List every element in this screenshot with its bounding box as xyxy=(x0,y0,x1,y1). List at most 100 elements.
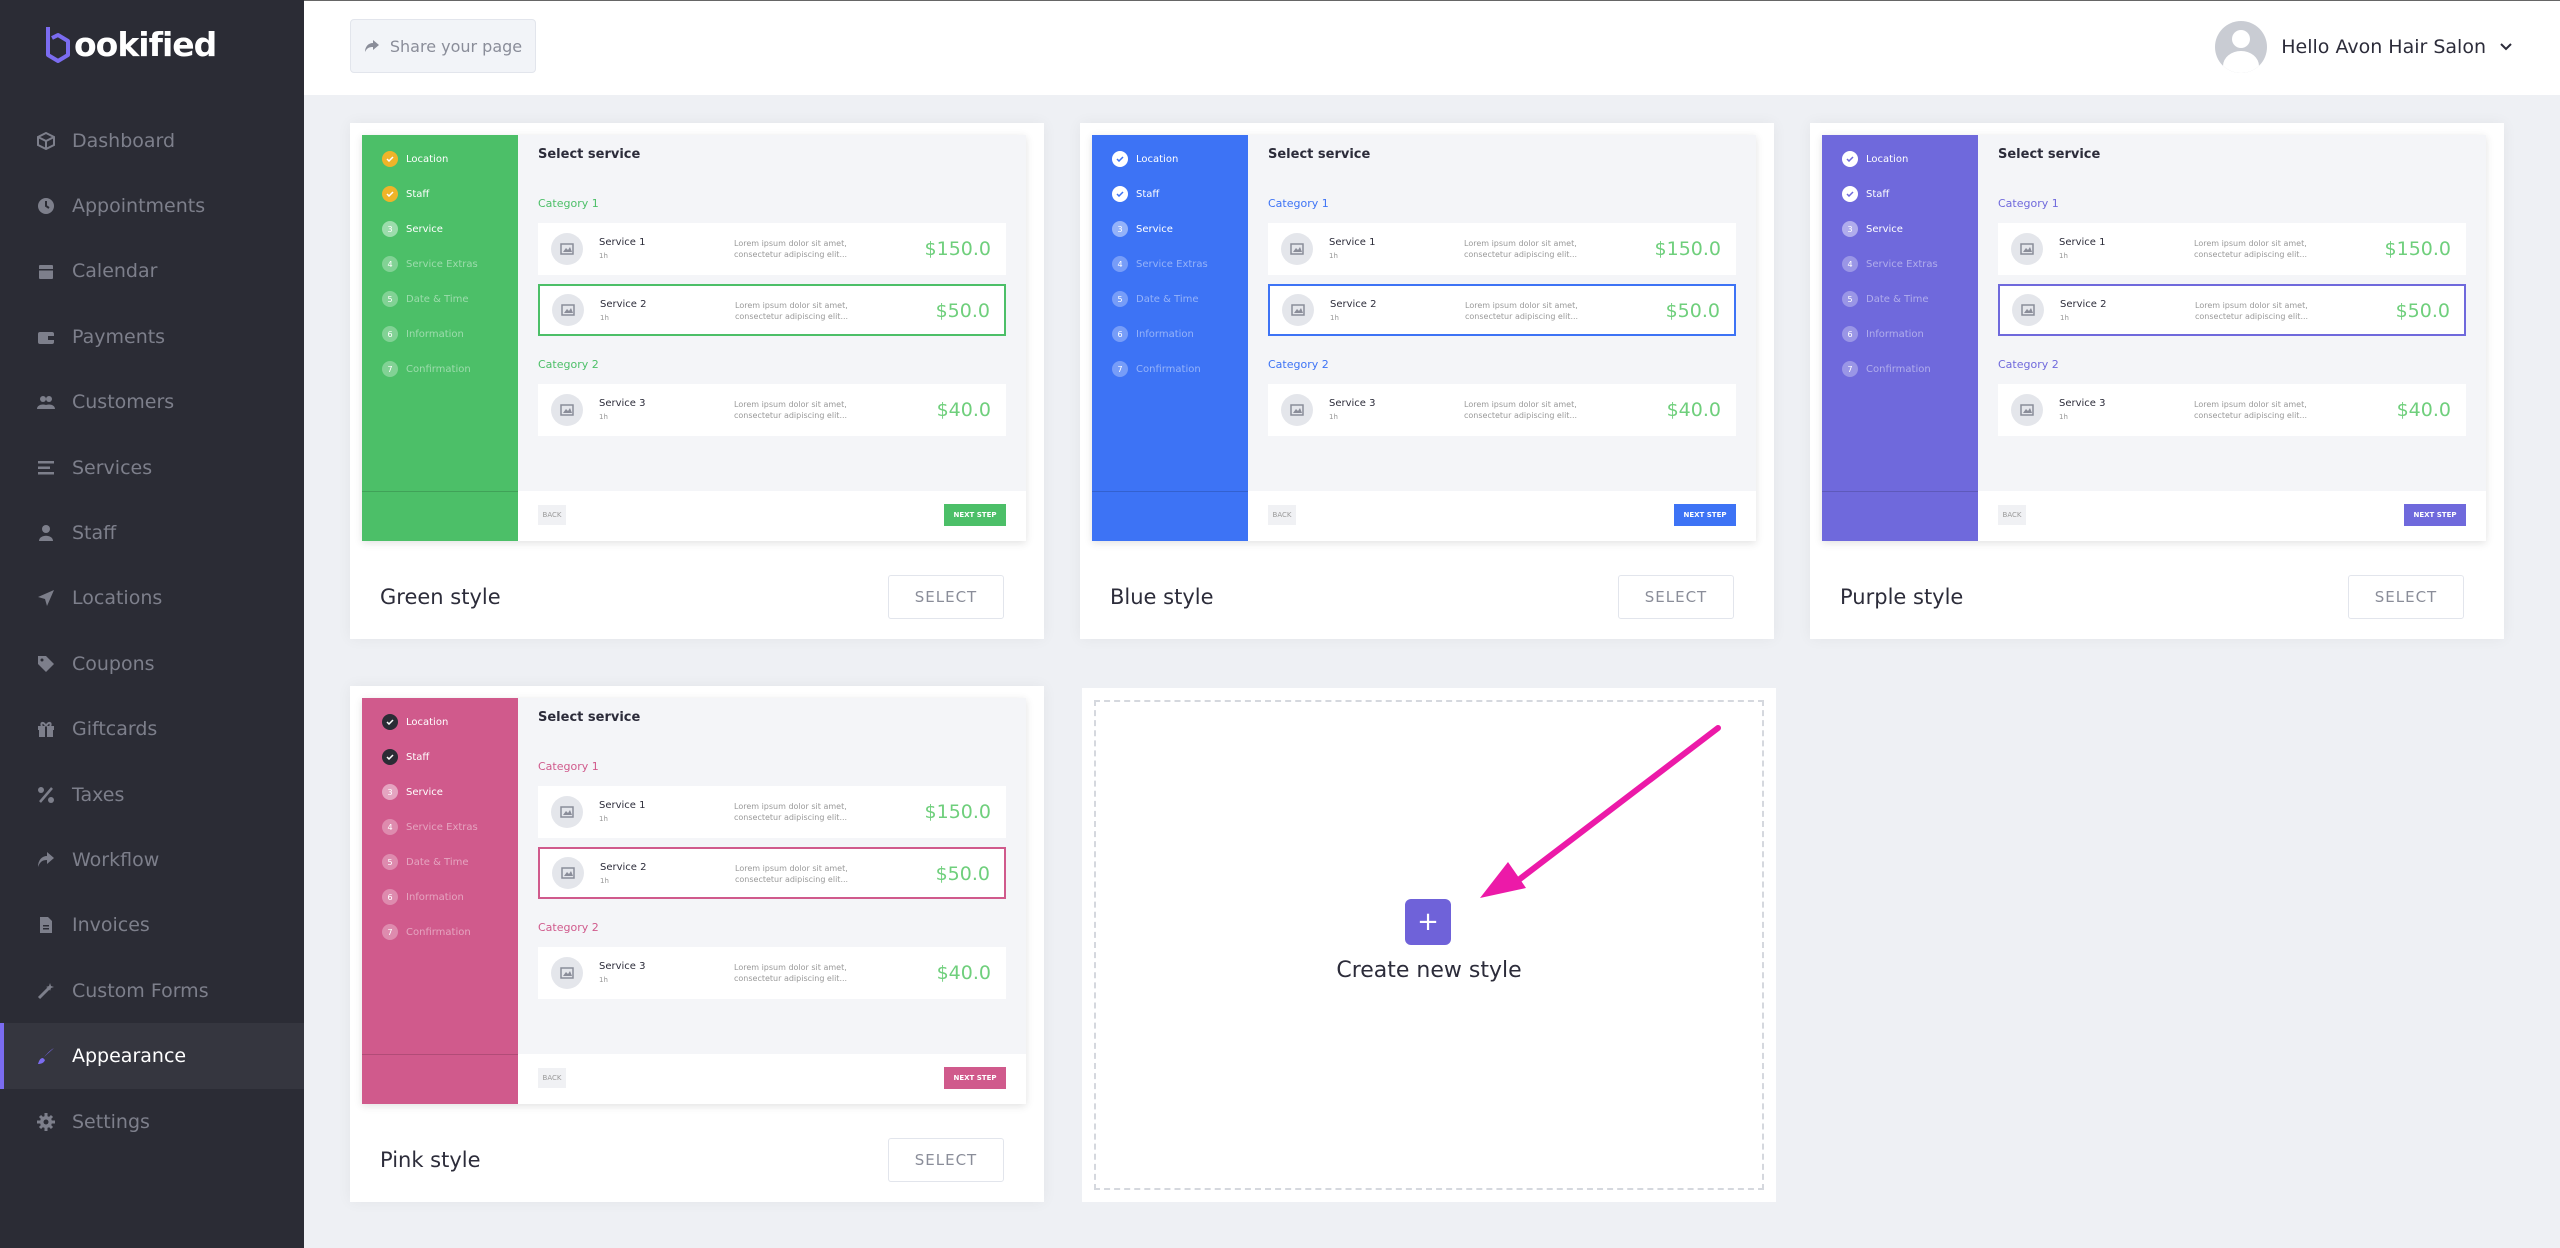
service-description: Lorem ipsum dolor sit amet, consectetur … xyxy=(1464,400,1578,420)
service-price: $50.0 xyxy=(935,863,990,885)
step-indicator: 7 xyxy=(382,924,398,940)
select-button[interactable]: SELECT xyxy=(2348,575,2464,619)
style-preview: Location Staff 3 Service 4 Service Extras 5 Dat… xyxy=(362,698,1026,1104)
select-button[interactable]: SELECT xyxy=(888,1138,1004,1182)
style-preview: Location Staff 3 Service 4 Service Extras 5 Dat… xyxy=(1092,135,1756,541)
sidebar-item-payments[interactable]: Payments xyxy=(0,304,304,369)
step-indicator xyxy=(382,186,398,202)
sidebar-item-taxes[interactable]: Taxes xyxy=(0,762,304,827)
sidebar-item-label: Appointments xyxy=(72,195,206,218)
share-page-button[interactable]: Share your page xyxy=(350,19,536,73)
service-price: $150.0 xyxy=(2384,238,2451,260)
service-price: $150.0 xyxy=(924,801,991,823)
sidebar-item-staff[interactable]: Staff xyxy=(0,500,304,565)
sidebar-item-giftcards[interactable]: Giftcards xyxy=(0,697,304,762)
sidebar-item-label: Custom Forms xyxy=(72,979,209,1002)
preview-title: Select service xyxy=(538,147,641,162)
preview-title: Select service xyxy=(1268,147,1371,162)
service-price: $50.0 xyxy=(1665,300,1720,322)
category-label: Category 2 xyxy=(538,358,599,371)
step-label: Service xyxy=(1136,223,1173,235)
preview-main: Select service Category 1 Category 2 Servic… xyxy=(1978,135,2486,541)
wizard-step: 4 Service Extras xyxy=(1842,256,1938,272)
sidebar-item-dashboard[interactable]: Dashboard xyxy=(0,108,304,173)
step-label: Service xyxy=(406,223,443,235)
sidebar-item-appearance[interactable]: Appearance xyxy=(0,1023,304,1089)
service-description: Lorem ipsum dolor sit amet, consectetur … xyxy=(734,963,848,983)
service-row: Service 3 1h Lorem ipsum dolor sit amet, c… xyxy=(538,947,1006,999)
sidebar-item-invoices[interactable]: Invoices xyxy=(0,893,304,958)
sidebar-item-coupons[interactable]: Coupons xyxy=(0,631,304,696)
preview-back-button: BACK xyxy=(1998,505,2026,525)
service-row: Service 1 1h Lorem ipsum dolor sit amet, c… xyxy=(1268,223,1736,275)
image-placeholder-icon xyxy=(552,857,584,889)
sidebar-item-locations[interactable]: Locations xyxy=(0,566,304,631)
step-indicator: 4 xyxy=(1842,256,1858,272)
step-label: Confirmation xyxy=(1866,363,1931,375)
location-arrow-icon xyxy=(36,588,56,608)
wizard-step: Staff xyxy=(382,186,429,202)
step-indicator: 5 xyxy=(1842,291,1858,307)
step-label: Service xyxy=(1866,223,1903,235)
logo-text: ookified xyxy=(74,24,217,64)
tag-icon xyxy=(36,654,56,674)
service-row: Service 2 1h Lorem ipsum dolor sit amet, c… xyxy=(1998,284,2466,336)
sidebar-item-label: Appearance xyxy=(72,1045,187,1068)
image-placeholder-icon xyxy=(2012,294,2044,326)
preview-next-button: NEXT STEP xyxy=(1674,504,1736,526)
step-indicator: 3 xyxy=(1112,221,1128,237)
create-new-style-label: Create new style xyxy=(1336,958,1522,983)
wizard-step: 4 Service Extras xyxy=(1112,256,1208,272)
service-price: $40.0 xyxy=(936,399,991,421)
wizard-step: Staff xyxy=(382,749,429,765)
sidebar-item-label: Services xyxy=(72,456,153,479)
magic-icon xyxy=(36,981,56,1001)
sidebar-item-workflow[interactable]: Workflow xyxy=(0,827,304,892)
preview-sidebar: Location Staff 3 Service 4 Service Extras 5 Dat… xyxy=(1822,135,1978,541)
service-row: Service 2 1h Lorem ipsum dolor sit amet, c… xyxy=(1268,284,1736,336)
wizard-step: 5 Date & Time xyxy=(1842,291,1929,307)
step-indicator: 3 xyxy=(382,221,398,237)
wizard-step: 6 Information xyxy=(1842,326,1924,342)
service-description: Lorem ipsum dolor sit amet, consectetur … xyxy=(2194,239,2308,259)
pointer-arrow-icon xyxy=(1480,725,1721,898)
blue-style-card: Location Staff 3 Service 4 Service Extras 5 Dat… xyxy=(1080,123,1774,639)
sidebar-item-calendar[interactable]: Calendar xyxy=(0,239,304,304)
sidebar-item-label: Workflow xyxy=(72,848,160,871)
service-price: $40.0 xyxy=(936,962,991,984)
sidebar-item-appointments[interactable]: Appointments xyxy=(0,173,304,238)
image-placeholder-icon xyxy=(2011,233,2043,265)
image-placeholder-icon xyxy=(551,394,583,426)
preview-next-button: NEXT STEP xyxy=(2404,504,2466,526)
avatar xyxy=(2215,21,2268,73)
service-row: Service 3 1h Lorem ipsum dolor sit amet, c… xyxy=(1998,384,2466,436)
step-label: Staff xyxy=(1866,188,1890,200)
service-duration: 1h xyxy=(599,976,608,984)
user-greeting: Hello Avon Hair Salon xyxy=(2281,36,2486,58)
select-button[interactable]: SELECT xyxy=(1618,575,1734,619)
sidebar-item-services[interactable]: Services xyxy=(0,435,304,500)
chevron-down-icon xyxy=(2500,43,2512,51)
service-duration: 1h xyxy=(2060,314,2069,322)
logo[interactable]: ookified xyxy=(44,22,217,66)
service-duration: 1h xyxy=(599,815,608,823)
service-duration: 1h xyxy=(2059,252,2068,260)
wizard-step: 5 Date & Time xyxy=(382,291,469,307)
image-placeholder-icon xyxy=(551,796,583,828)
image-placeholder-icon xyxy=(2011,394,2043,426)
style-name: Blue style xyxy=(1110,585,1214,609)
service-price: $40.0 xyxy=(1666,399,1721,421)
user-menu[interactable]: Hello Avon Hair Salon xyxy=(2215,21,2512,73)
sidebar-item-custom-forms[interactable]: Custom Forms xyxy=(0,958,304,1023)
wizard-step: 6 Information xyxy=(1112,326,1194,342)
sidebar-item-settings[interactable]: Settings xyxy=(0,1089,304,1154)
step-label: Location xyxy=(406,716,449,728)
preview-main: Select service Category 1 Category 2 Servic… xyxy=(1248,135,1756,541)
select-button[interactable]: SELECT xyxy=(888,575,1004,619)
preview-next-button: NEXT STEP xyxy=(944,504,1006,526)
step-label: Location xyxy=(406,153,449,165)
sidebar-item-customers[interactable]: Customers xyxy=(0,370,304,435)
step-indicator: 6 xyxy=(1842,326,1858,342)
gear-icon xyxy=(36,1112,56,1132)
plus-button[interactable]: + xyxy=(1405,899,1451,945)
